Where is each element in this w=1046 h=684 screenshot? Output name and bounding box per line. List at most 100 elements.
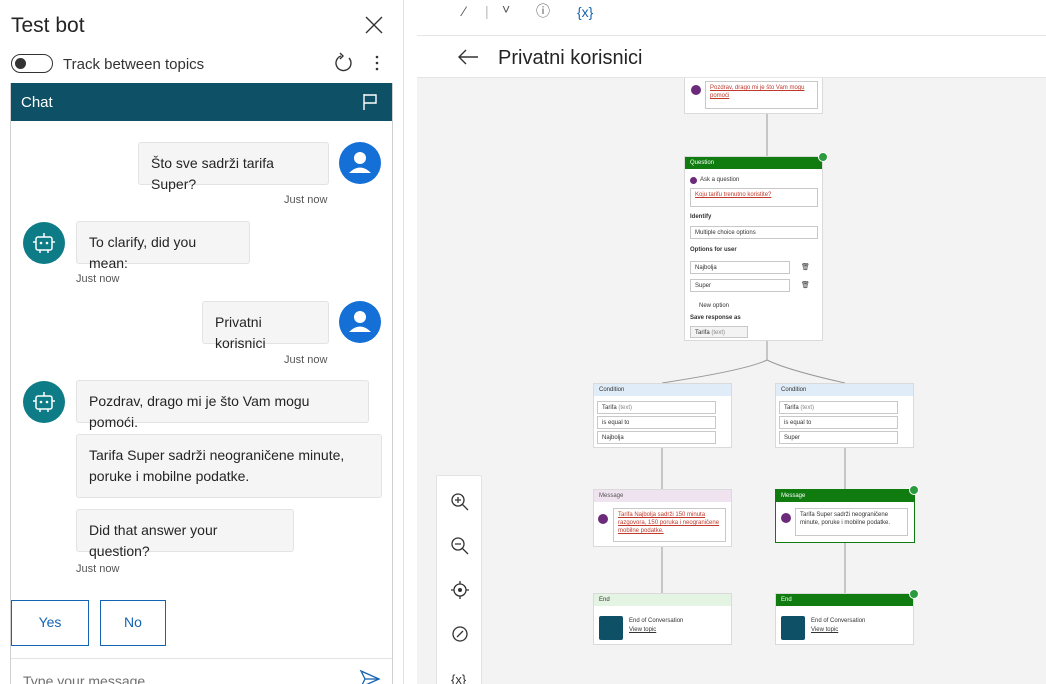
message-text: Did that answer your question? <box>89 522 218 559</box>
variable-chip[interactable]: Tarifa (text) <box>690 326 748 338</box>
message-text: Tarifa Super sadrži neograničene minute,… <box>89 447 345 484</box>
topic-header: Privatni korisnici <box>417 36 1046 78</box>
identify-label: Identify <box>690 214 712 220</box>
app-root: Test bot Track between topics Chat Što s… <box>0 0 1046 684</box>
bot-message: To clarify, did you mean: <box>76 221 250 271</box>
message-node-greeting[interactable]: Pozdrav, drago mi je što Vam mogu pomoći <box>684 78 823 114</box>
end-title: End of Conversation <box>811 618 866 624</box>
flag-icon[interactable] <box>361 92 379 112</box>
question-header: Question <box>685 157 822 169</box>
options-label: Options for user <box>690 247 737 253</box>
close-icon[interactable] <box>362 13 386 37</box>
more-icon[interactable] <box>370 52 384 74</box>
end-header: End <box>776 594 913 606</box>
check-icon <box>818 152 828 162</box>
toolbar-tool[interactable]: ⓘ <box>536 1 550 21</box>
condition-operator[interactable]: is equal to <box>779 416 898 429</box>
end-icon <box>781 616 805 640</box>
refresh-icon[interactable] <box>332 52 354 74</box>
variable-name: Tarifa <box>602 405 617 411</box>
bot-message: Pozdrav, drago mi je što Vam mogu pomoći… <box>76 380 369 430</box>
page-title: Privatni korisnici <box>498 47 643 69</box>
message-input[interactable]: Type your message <box>23 673 145 684</box>
message-text-box[interactable]: Tarifa Najbolja sadrži 150 minuta razgov… <box>613 508 726 542</box>
flow-canvas: Pozdrav, drago mi je što Vam mogu pomoći… <box>417 78 1046 684</box>
check-icon <box>909 589 919 599</box>
question-icon <box>690 177 697 184</box>
no-button[interactable]: No <box>100 600 166 646</box>
variable-type: (text) <box>711 330 726 336</box>
message-node-najbolja[interactable]: Message Tarifa Najbolja sadrži 150 minut… <box>593 489 732 547</box>
condition-value[interactable]: Najbolja <box>597 431 716 444</box>
value-text: Najbolja <box>602 435 624 441</box>
condition-value[interactable]: Super <box>779 431 898 444</box>
option-input[interactable]: Super <box>690 279 790 292</box>
person-icon <box>349 311 371 332</box>
trash-icon[interactable]: 🗑 <box>801 281 810 289</box>
zoom-toolbar: {x} <box>436 475 482 684</box>
message-text-box[interactable]: Tarifa Super sadrži neograničene minute,… <box>795 508 908 536</box>
message-node-super[interactable]: Message Tarifa Super sadrži neograničene… <box>775 485 919 543</box>
condition-node-super[interactable]: Condition Tarifa (text) is equal to Supe… <box>775 383 914 448</box>
identify-select[interactable]: Multiple choice options <box>690 226 818 239</box>
bot-icon <box>33 233 55 253</box>
end-node-left[interactable]: End End of Conversation View topic <box>593 593 732 645</box>
trash-icon[interactable]: 🗑 <box>801 263 810 271</box>
new-option-button[interactable]: New option <box>699 303 729 309</box>
message-text: To clarify, did you mean: <box>89 234 197 271</box>
bot-message: Tarifa Super sadrži neograničene minute,… <box>76 434 382 498</box>
option-input[interactable]: Najbolja <box>690 261 790 274</box>
end-icon <box>599 616 623 640</box>
track-toggle[interactable] <box>11 54 53 73</box>
ask-label: Ask a question <box>700 177 740 183</box>
back-arrow-icon[interactable] <box>457 47 479 67</box>
option-text: Najbolja <box>695 265 717 271</box>
zoom-in-icon[interactable] <box>450 492 470 512</box>
yes-button[interactable]: Yes <box>11 600 89 646</box>
user-message: Što sve sadrži tarifa Super? <box>138 142 329 192</box>
message-text-box: Pozdrav, drago mi je što Vam mogu pomoći <box>705 81 818 109</box>
condition-node-najbolja[interactable]: Condition Tarifa (text) is equal to Najb… <box>593 383 732 448</box>
condition-variable[interactable]: Tarifa (text) <box>597 401 716 414</box>
toolbar-tool[interactable]: ⁄ <box>463 3 465 19</box>
view-topic-link[interactable]: View topic <box>811 627 838 633</box>
canvas-toolbar: ⁄ | ˅ ⓘ {x} <box>417 0 1046 36</box>
bot-avatar <box>23 222 65 264</box>
variable-name: Tarifa <box>695 330 710 336</box>
end-node-right[interactable]: End End of Conversation View topic <box>775 589 919 645</box>
variable-type: (text) <box>800 405 815 411</box>
option-text: Super <box>695 283 712 289</box>
message-timestamp: Just now <box>284 354 328 366</box>
user-message: Privatni korisnici <box>202 301 329 351</box>
toolbar-tool[interactable]: ˅ <box>502 1 510 17</box>
send-icon[interactable] <box>359 669 381 684</box>
message-header: Message <box>776 490 914 502</box>
minimap-icon[interactable] <box>450 624 470 644</box>
message-timestamp: Just now <box>76 563 120 575</box>
center-icon[interactable] <box>450 580 470 600</box>
message-text: Pozdrav, drago mi je što Vam mogu pomoći… <box>89 393 310 430</box>
test-bot-panel: Test bot Track between topics Chat Što s… <box>0 0 404 684</box>
variable-name: Tarifa <box>784 405 799 411</box>
chat-window: Chat Što sve sadrži tarifa Super? Just n… <box>10 83 393 684</box>
bot-icon <box>33 392 55 412</box>
identify-value: Multiple choice options <box>695 230 756 236</box>
condition-variable[interactable]: Tarifa (text) <box>779 401 898 414</box>
chat-header-title: Chat <box>21 94 53 111</box>
end-header: End <box>594 594 731 606</box>
variables-tool[interactable]: {x} <box>577 4 593 20</box>
save-label: Save response as <box>690 315 741 321</box>
view-topic-link[interactable]: View topic <box>629 627 656 633</box>
variables-icon[interactable]: {x} <box>451 672 466 684</box>
variable-type: (text) <box>618 405 633 411</box>
bot-message: Did that answer your question? <box>76 509 294 559</box>
operator-text: is equal to <box>784 420 812 426</box>
bot-avatar <box>23 381 65 423</box>
zoom-out-icon[interactable] <box>450 536 470 556</box>
toolbar-separator: | <box>485 3 489 19</box>
condition-operator[interactable]: is equal to <box>597 416 716 429</box>
condition-header: Condition <box>594 384 731 396</box>
question-text-box[interactable]: Koju tarifu trenutno koristite? <box>690 188 818 207</box>
question-node[interactable]: Question Ask a question Koju tarifu tren… <box>684 152 828 341</box>
track-label: Track between topics <box>63 56 205 73</box>
